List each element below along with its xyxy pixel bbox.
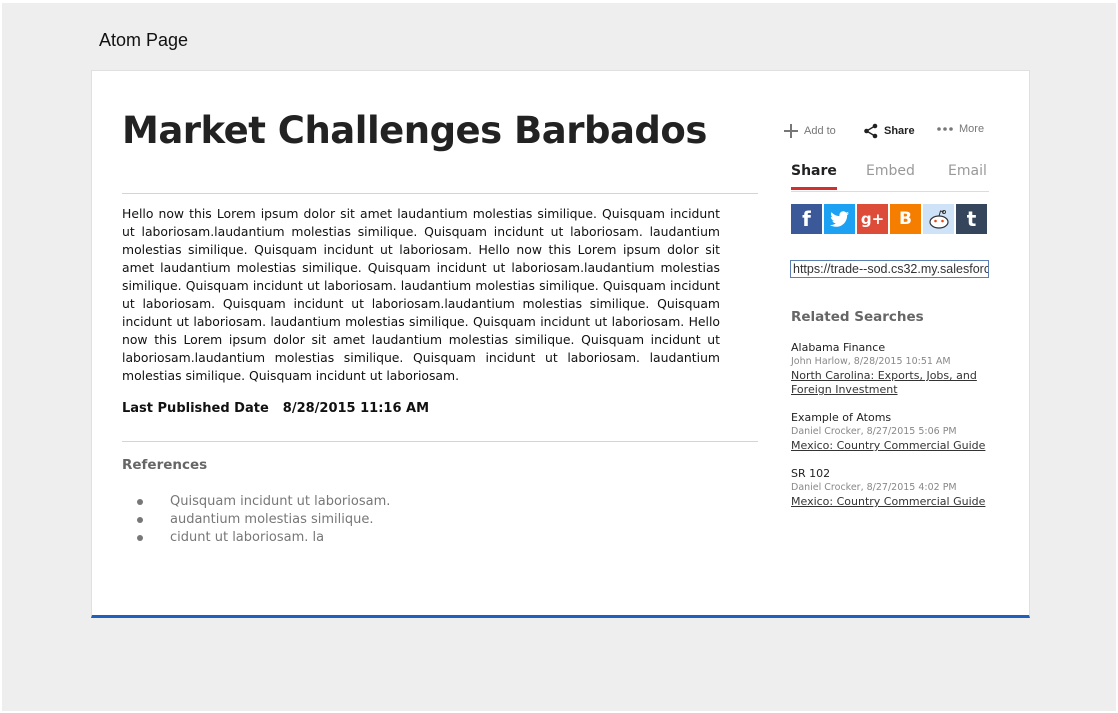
divider	[122, 441, 758, 442]
add-to-label: Add to	[804, 125, 836, 137]
add-to-button[interactable]: Add to	[783, 123, 836, 139]
tumblr-icon[interactable]: t	[956, 204, 987, 234]
reference-item[interactable]: Quisquam incidunt ut laboriosam.	[122, 493, 390, 511]
tab-embed[interactable]: Embed	[866, 163, 915, 179]
share-button[interactable]: Share	[863, 123, 915, 139]
divider	[122, 193, 758, 194]
related-item-title: SR 102	[791, 467, 831, 480]
bullet-icon	[137, 499, 143, 505]
blogger-icon[interactable]: B	[890, 204, 921, 234]
social-buttons: f g+ B t	[791, 204, 987, 234]
plus-icon	[784, 124, 798, 138]
share-label: Share	[884, 125, 915, 137]
reference-item[interactable]: cidunt ut laboriosam. la	[122, 529, 390, 547]
related-item: SR 102 Daniel Crocker, 8/27/2015 4:02 PM…	[791, 467, 991, 509]
published-date: Last Published Date 8/28/2015 11:16 AM	[122, 401, 429, 416]
facebook-icon[interactable]: f	[791, 204, 822, 234]
tab-email[interactable]: Email	[948, 163, 987, 179]
published-label: Last Published Date	[122, 401, 269, 416]
related-item-meta: John Harlow, 8/28/2015 10:51 AM	[791, 356, 951, 367]
reddit-alien-icon	[928, 210, 949, 229]
more-button[interactable]: More	[936, 123, 984, 135]
references-list: Quisquam incidunt ut laboriosam. audanti…	[122, 493, 390, 547]
tab-share[interactable]: Share	[791, 163, 837, 190]
share-icon	[864, 123, 878, 139]
related-item-link[interactable]: Mexico: Country Commercial Guide	[791, 495, 991, 509]
related-searches-title: Related Searches	[791, 309, 924, 325]
article-title: Market Challenges Barbados	[122, 109, 707, 152]
twitter-icon[interactable]	[824, 204, 855, 234]
related-item-title: Example of Atoms	[791, 411, 892, 424]
related-item-meta: Daniel Crocker, 8/27/2015 5:06 PM	[791, 426, 957, 437]
share-url-field[interactable]: https://trade--sod.cs32.my.salesforce.co…	[790, 260, 989, 278]
google-plus-icon[interactable]: g+	[857, 204, 888, 234]
related-item: Example of Atoms Daniel Crocker, 8/27/20…	[791, 411, 991, 453]
related-item-meta: Daniel Crocker, 8/27/2015 4:02 PM	[791, 482, 957, 493]
related-item-title: Alabama Finance	[791, 341, 886, 354]
page-frame: Atom Page Market Challenges Barbados Hel…	[2, 3, 1116, 711]
references-title: References	[122, 457, 208, 473]
bullet-icon	[137, 535, 143, 541]
more-dots-icon	[937, 127, 953, 131]
bullet-icon	[137, 517, 143, 523]
published-value: 8/28/2015 11:16 AM	[282, 401, 430, 416]
share-tabs: Share Embed Email	[791, 163, 989, 192]
more-label: More	[959, 123, 985, 135]
related-item-link[interactable]: Mexico: Country Commercial Guide	[791, 439, 991, 453]
related-item-link[interactable]: North Carolina: Exports, Jobs, and Forei…	[791, 369, 991, 397]
article-card: Market Challenges Barbados Hello now thi…	[91, 70, 1030, 618]
twitter-bird-icon	[829, 211, 849, 227]
action-bar: Add to Share More	[783, 123, 993, 139]
reference-item[interactable]: audantium molestias similique.	[122, 511, 390, 529]
related-item: Alabama Finance John Harlow, 8/28/2015 1…	[791, 341, 991, 397]
page-label: Atom Page	[99, 30, 189, 50]
article-body: Hello now this Lorem ipsum dolor sit ame…	[122, 206, 720, 383]
reddit-icon[interactable]	[923, 204, 954, 234]
